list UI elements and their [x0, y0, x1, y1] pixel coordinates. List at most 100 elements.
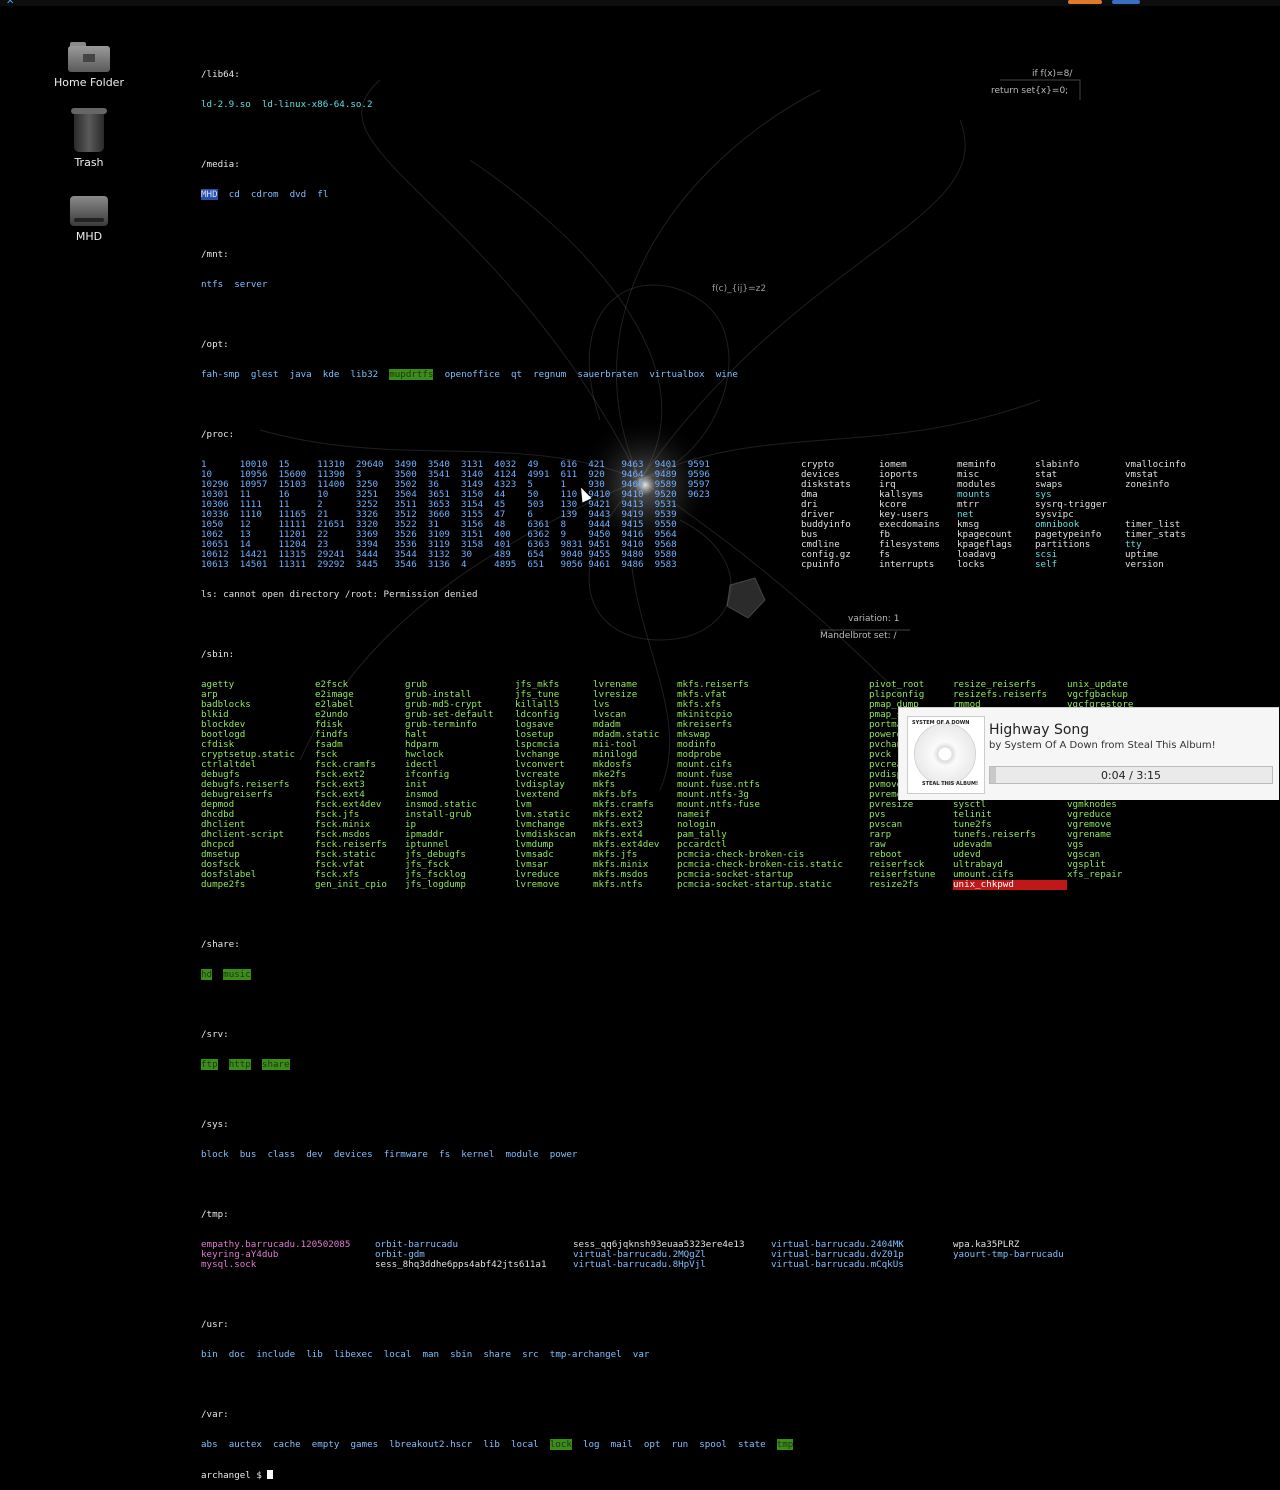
sbin-entry: fsck.minix: [315, 819, 371, 830]
sbin-entry: ipmaddr: [405, 829, 444, 840]
var-entry: abs: [201, 1439, 218, 1450]
var-entry: run: [671, 1439, 689, 1450]
proc-entry: cpuinfo: [801, 559, 840, 570]
sbin-entry: ultrabayd: [953, 859, 1003, 870]
proc-entry: self: [1035, 559, 1058, 570]
proc-listing: 1 10010 15 11310 29640 3490 3540 3131 40…: [201, 460, 1215, 570]
usr-entry: share: [483, 1349, 512, 1360]
sbin-entry: install-grub: [405, 809, 472, 820]
sbin-entry: dhclient: [201, 819, 246, 830]
sbin-entry: dhclient-script: [201, 829, 284, 840]
sbin-entry: pccardctl: [677, 839, 727, 850]
tray-indicator-2[interactable]: [1112, 0, 1140, 4]
sbin-entry: fsck.xfs: [315, 869, 360, 880]
sbin-entry: tune2fs: [953, 819, 992, 830]
sbin-entry: nologin: [677, 819, 716, 830]
sbin-entry: lvmsadc: [515, 849, 554, 860]
desktop-icon-home-folder[interactable]: Home Folder: [34, 40, 144, 89]
sbin-entry: unix_chkpwd: [953, 880, 1067, 890]
menu-logo-icon[interactable]: ✕: [6, 0, 14, 7]
sbin-entry: mount.ntfs-fuse: [677, 799, 760, 810]
sbin-entry: mkfs.cramfs: [593, 799, 654, 810]
root-error: ls: cannot open directory /root: Permiss…: [201, 589, 478, 600]
sys-listing: block bus class dev devices firmware fs …: [201, 1150, 1215, 1160]
sbin-entry: agetty: [201, 679, 235, 690]
home-folder-icon: [68, 40, 110, 72]
tmp-row: keyring-aY4dub orbit-gdm virtual-barrucadu…: [201, 1250, 1215, 1260]
proc-entry: interrupts: [879, 559, 935, 570]
sbin-row: dmsetup fsck.static jfs_debugfs lvmsadc mkfs…: [201, 850, 1215, 860]
desktop-icon-label: Trash: [74, 156, 104, 169]
proc-entry: zoneinfo: [1125, 479, 1170, 490]
sbin-entry: udevadm: [953, 839, 992, 850]
sbin-entry: rarp: [869, 829, 892, 840]
sys-entry: firmware: [383, 1149, 428, 1160]
dir-header: /share:: [201, 939, 240, 950]
sbin-entry: iptunnel: [405, 839, 450, 850]
usr-entry: src: [522, 1349, 539, 1360]
sbin-entry: pcmcia-check-broken-cis: [677, 849, 805, 860]
dir-header: /var:: [201, 1409, 229, 1420]
sbin-entry: fsck.jfs: [315, 809, 360, 820]
usr-entry: include: [256, 1349, 296, 1360]
desktop-icon-label: Home Folder: [54, 76, 124, 89]
usr-entry: doc: [228, 1349, 246, 1360]
desktop-icon-mhd[interactable]: MHD: [34, 196, 144, 243]
sbin-entry: vgsplit: [1067, 859, 1106, 870]
sbin-entry: reiserfsck: [869, 859, 925, 870]
desktop-icon-trash[interactable]: Trash: [34, 108, 144, 169]
sbin-entry: jfs_debugfs: [405, 849, 466, 860]
playback-progress-bar[interactable]: 0:04 / 3:15: [989, 766, 1273, 784]
tmp-entry: virtual-barrucadu.8HpVjl: [573, 1259, 706, 1270]
sbin-entry: mkfs.ext3: [593, 819, 643, 830]
lib64-listing: ld-2.9.so ld-linux-x86-64.so.2: [201, 99, 373, 110]
dir-header: /tmp:: [201, 1209, 229, 1220]
dir-header: /sys:: [201, 1119, 229, 1130]
sbin-entry: lvmdump: [515, 839, 554, 850]
sbin-entry: vgrename: [1067, 829, 1112, 840]
opt-listing: fah-smp glest java kde lib32 mupdrtfs op…: [201, 369, 738, 380]
album-art-title: STEAL THIS ALBUM!: [922, 781, 979, 787]
tmp-row: mysql.sock sess_8hq3ddhe6pps4abf42jts611a…: [201, 1260, 1215, 1270]
sbin-entry: mkfs.msdos: [593, 869, 649, 880]
song-artist-album: by System Of A Down from Steal This Albu…: [989, 740, 1216, 751]
tmp-listing: empathy.barrucadu.120502085 orbit-barruca…: [201, 1240, 1215, 1270]
sbin-entry: reboot: [869, 849, 903, 860]
usr-entry: sbin: [450, 1349, 473, 1360]
sbin-entry: pam_tally: [677, 829, 727, 840]
now-playing-notification[interactable]: SYSTEM OF A DOWN STEAL THIS ALBUM! Highw…: [898, 707, 1279, 800]
sbin-row: dosfslabel fsck.xfs jfs_fscklog lvreduce mkf…: [201, 870, 1215, 880]
sbin-entry: lvm.static: [515, 809, 571, 820]
sbin-entry: reiserfstune: [869, 869, 936, 880]
tmp-row: empathy.barrucadu.120502085 orbit-barruca…: [201, 1240, 1215, 1250]
tmp-entry: yaourt-tmp-barrucadu: [953, 1249, 1064, 1260]
media-listing: MHD cd cdrom dvd fl: [201, 189, 329, 200]
sbin-entry: fsck.static: [315, 849, 376, 860]
sbin-entry: insmod.static: [405, 799, 477, 810]
sbin-entry: ip: [405, 819, 417, 830]
sbin-entry: pcmcia-socket-startup: [677, 869, 794, 880]
sbin-entry: nameif: [677, 809, 711, 820]
sbin-entry: mkfs.ext4dev: [593, 839, 660, 850]
sys-entry: bus: [239, 1149, 257, 1160]
dir-header: /sbin:: [201, 649, 235, 660]
sys-entry: power: [549, 1149, 578, 1160]
mnt-listing: ntfs server: [201, 279, 268, 290]
tmp-entry: sess_8hq3ddhe6pps4abf42jts611a1: [375, 1259, 547, 1270]
trash-icon: [71, 108, 107, 152]
sys-entry: devices: [333, 1149, 373, 1160]
shell-prompt-line[interactable]: archangel $: [201, 1470, 1215, 1481]
sbin-entry: umount.cifs: [953, 869, 1014, 880]
dir-header: /usr:: [201, 1319, 229, 1330]
top-panel: ✕: [0, 0, 1280, 7]
usr-entry: local: [383, 1349, 412, 1360]
dir-header: /proc:: [201, 429, 235, 440]
sbin-row: depmod fsck.ext4dev insmod.static lvm mkfs.c…: [201, 800, 1215, 810]
tray-indicator[interactable]: [1068, 0, 1102, 4]
proc-entry: locks: [957, 559, 985, 570]
sbin-entry: dhcdbd: [201, 809, 235, 820]
var-entry: opt: [643, 1439, 661, 1450]
tmp-entry: orbit-gdm: [375, 1249, 425, 1260]
sbin-entry: pvs: [869, 809, 886, 820]
sbin-entry: dosfsck: [201, 859, 240, 870]
